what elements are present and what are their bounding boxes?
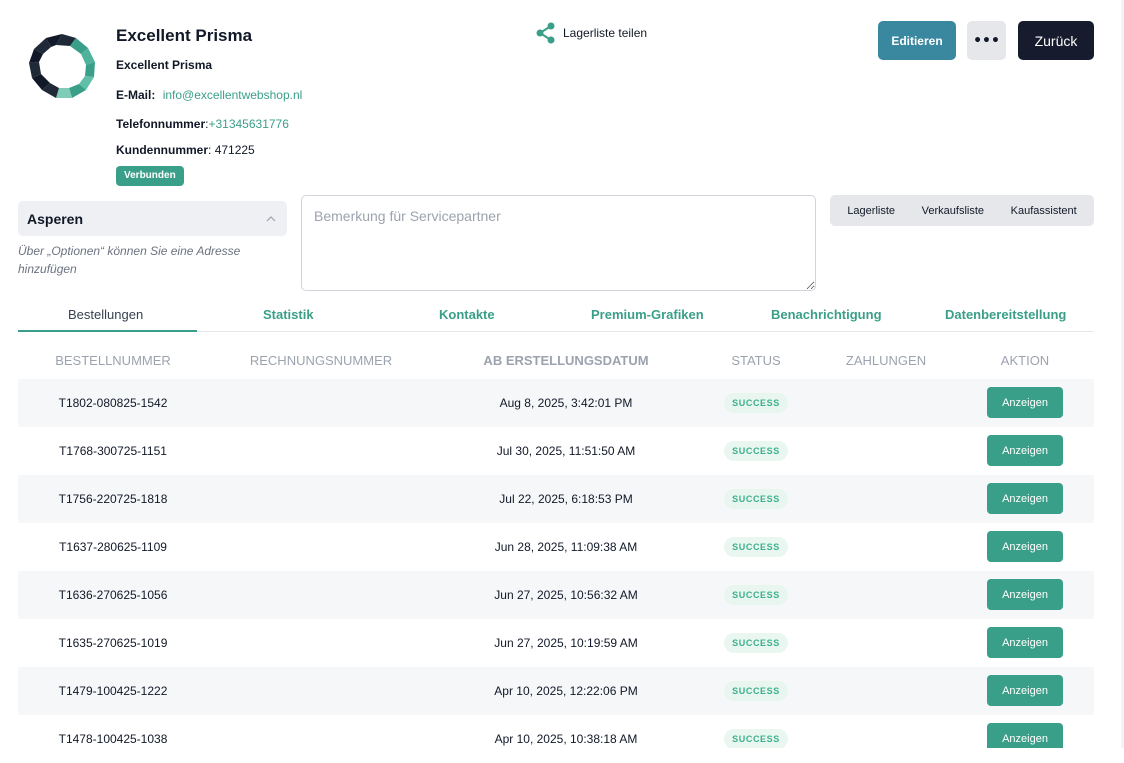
purchase-assistant-button[interactable]: Kaufassistent xyxy=(1011,205,1077,217)
customer-number-row: Kundennummer: 471225 xyxy=(116,143,255,157)
tab-notifications[interactable]: Benachrichtigung xyxy=(771,307,882,322)
order-number: T1479-100425-1222 xyxy=(58,684,168,698)
share-icon xyxy=(536,22,555,44)
view-order-button[interactable]: Anzeigen xyxy=(987,579,1063,610)
column-payments[interactable]: ZAHLUNGEN xyxy=(846,353,926,368)
share-stock-list-button[interactable]: Lagerliste teilen xyxy=(535,22,647,44)
service-partner-remark-input[interactable] xyxy=(301,195,816,291)
column-created-date[interactable]: AB ERSTELLUNGSDATUM xyxy=(483,353,648,368)
order-number: T1802-080825-1542 xyxy=(58,396,168,410)
created-date: Apr 10, 2025, 10:38:18 AM xyxy=(494,732,638,746)
table-row: T1637-280625-1109 Jun 28, 2025, 11:09:38… xyxy=(18,523,1094,571)
sales-list-button[interactable]: Verkaufsliste xyxy=(922,205,984,217)
table-row: T1479-100425-1222 Apr 10, 2025, 12:22:06… xyxy=(18,667,1094,715)
status-badge: SUCCESS xyxy=(724,393,788,413)
table-row: T1768-300725-1151 Jul 30, 2025, 11:51:50… xyxy=(18,427,1094,475)
created-date: Apr 10, 2025, 12:22:06 PM xyxy=(494,684,638,698)
column-invoice-number[interactable]: RECHNUNGSNUMMER xyxy=(250,353,392,368)
created-date: Jul 30, 2025, 11:51:50 AM xyxy=(496,444,636,458)
order-number: T1768-300725-1151 xyxy=(59,444,167,458)
table-row: T1756-220725-1818 Jul 22, 2025, 6:18:53 … xyxy=(18,475,1094,523)
more-options-button[interactable]: ••• xyxy=(967,21,1006,60)
created-date: Jun 28, 2025, 11:09:38 AM xyxy=(494,540,638,554)
column-order-number[interactable]: BESTELLNUMMER xyxy=(55,353,171,368)
customer-name: Excellent Prisma xyxy=(116,26,253,45)
tab-statistics[interactable]: Statistik xyxy=(263,307,314,322)
address-accordion[interactable]: Asperen xyxy=(18,201,287,236)
table-row: T1636-270625-1056 Jun 27, 2025, 10:56:32… xyxy=(18,571,1094,619)
list-selector: Lagerliste Verkaufsliste Kaufassistent xyxy=(830,195,1094,226)
orders-table-body: T1802-080825-1542 Aug 8, 2025, 3:42:01 P… xyxy=(18,379,1094,763)
created-date: Jun 27, 2025, 10:56:32 AM xyxy=(494,588,638,602)
created-date: Jun 27, 2025, 10:19:59 AM xyxy=(494,636,638,650)
phone-link[interactable]: +31345631776 xyxy=(208,117,288,131)
column-status[interactable]: STATUS xyxy=(731,353,780,368)
status-badge: SUCCESS xyxy=(724,537,788,557)
view-order-button[interactable]: Anzeigen xyxy=(987,483,1063,514)
order-number: T1635-270625-1019 xyxy=(58,636,168,650)
customer-number-label: Kundennummer xyxy=(116,143,209,157)
view-order-button[interactable]: Anzeigen xyxy=(987,387,1063,418)
email-link[interactable]: info@excellentwebshop.nl xyxy=(163,88,303,102)
status-badge: SUCCESS xyxy=(724,585,788,605)
back-button[interactable]: Zurück xyxy=(1018,21,1094,60)
order-number: T1756-220725-1818 xyxy=(58,492,168,506)
view-order-button[interactable]: Anzeigen xyxy=(987,531,1063,562)
tab-bar: Bestellungen Statistik Kontakte Premium-… xyxy=(18,300,1094,332)
email-row: E-Mail: info@excellentwebshop.nl xyxy=(116,88,302,102)
tab-contacts[interactable]: Kontakte xyxy=(439,307,495,322)
order-number: T1636-270625-1056 xyxy=(58,588,168,602)
phone-row: Telefonnummer:+31345631776 xyxy=(116,117,289,131)
created-date: Jul 22, 2025, 6:18:53 PM xyxy=(499,492,633,506)
tab-data-provision[interactable]: Datenbereitstellung xyxy=(945,307,1066,322)
table-row: T1802-080825-1542 Aug 8, 2025, 3:42:01 P… xyxy=(18,379,1094,427)
status-badge: SUCCESS xyxy=(724,729,788,749)
status-badge: SUCCESS xyxy=(724,441,788,461)
view-order-button[interactable]: Anzeigen xyxy=(987,675,1063,706)
order-number: T1637-280625-1109 xyxy=(59,540,167,554)
company-logo xyxy=(29,34,95,98)
view-order-button[interactable]: Anzeigen xyxy=(987,435,1063,466)
customer-number-colon: : xyxy=(208,143,215,157)
tab-orders[interactable]: Bestellungen xyxy=(68,307,143,322)
email-label: E-Mail: xyxy=(116,88,156,102)
stock-list-button[interactable]: Lagerliste xyxy=(847,205,895,217)
chevron-up-icon xyxy=(266,215,276,221)
column-action: AKTION xyxy=(1000,353,1050,368)
status-badge: Verbunden xyxy=(116,166,184,186)
share-label: Lagerliste teilen xyxy=(563,26,648,40)
status-badge: SUCCESS xyxy=(724,633,788,653)
table-row: T1635-270625-1019 Jun 27, 2025, 10:19:59… xyxy=(18,619,1094,667)
address-name: Asperen xyxy=(27,210,84,227)
order-number: T1478-100425-1038 xyxy=(58,732,168,746)
status-badge: SUCCESS xyxy=(724,681,788,701)
created-date: Aug 8, 2025, 3:42:01 PM xyxy=(499,396,633,410)
viewport-bottom-edge xyxy=(0,748,1124,763)
tab-premium-charts[interactable]: Premium-Grafiken xyxy=(591,307,704,322)
view-order-button[interactable]: Anzeigen xyxy=(987,627,1063,658)
edit-button[interactable]: Editieren xyxy=(878,21,956,60)
phone-label: Telefonnummer xyxy=(116,117,206,131)
active-tab-indicator xyxy=(18,330,197,332)
customer-number: 471225 xyxy=(214,143,255,157)
customer-company: Excellent Prisma xyxy=(116,58,213,72)
status-badge: SUCCESS xyxy=(724,489,788,509)
address-hint: Über „Optionen“ können Sie eine Adresse … xyxy=(18,244,241,276)
table-header: BESTELLNUMMER RECHNUNGSNUMMER AB ERSTELL… xyxy=(18,345,1094,375)
